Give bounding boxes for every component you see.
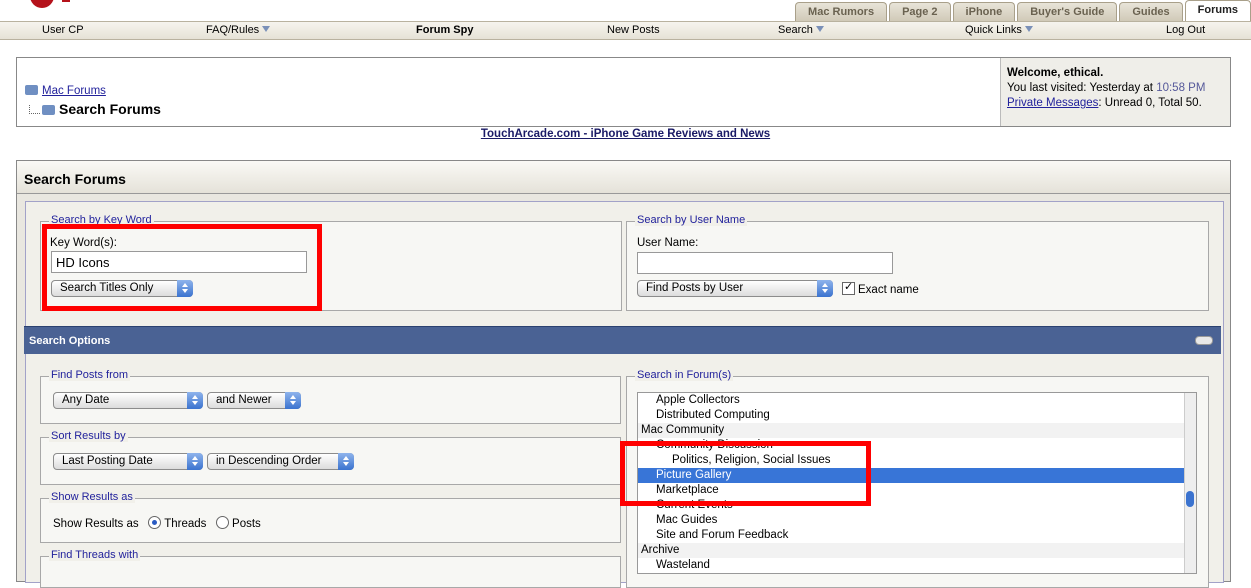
search-options-title: Search Options bbox=[29, 335, 111, 347]
nav-search-label: Search bbox=[778, 24, 813, 36]
listbox-scrollbar[interactable] bbox=[1184, 393, 1196, 573]
username-input[interactable] bbox=[637, 252, 893, 274]
tab-iphone[interactable]: iPhone bbox=[952, 2, 1016, 22]
breadcrumb-parent-row: Mac Forums bbox=[25, 85, 106, 97]
username-mode-value: Find Posts by User bbox=[646, 282, 744, 294]
highlight-box-forums bbox=[620, 441, 871, 506]
select-arrows-icon bbox=[187, 392, 203, 409]
threads-radio[interactable] bbox=[148, 516, 162, 529]
ad-link[interactable]: TouchArcade.com - iPhone Game Reviews an… bbox=[481, 128, 770, 140]
nav-search[interactable]: Search bbox=[778, 24, 824, 36]
nav-quick-links[interactable]: Quick Links bbox=[965, 24, 1033, 36]
select-arrows-icon bbox=[285, 392, 301, 409]
sort-by-value: Last Posting Date bbox=[62, 455, 153, 467]
forum-navbar: User CP FAQ/Rules Forum Spy New Posts Se… bbox=[0, 21, 1251, 40]
list-item[interactable]: Mac Community bbox=[638, 423, 1196, 438]
last-visited-label: You last visited: Yesterday at bbox=[1007, 82, 1153, 94]
nav-log-out[interactable]: Log Out bbox=[1166, 24, 1205, 36]
nav-quick-links-label: Quick Links bbox=[965, 24, 1022, 36]
find-threads-legend: Find Threads with bbox=[49, 549, 141, 561]
date-direction-select[interactable]: and Newer bbox=[207, 392, 301, 409]
tab-page-2[interactable]: Page 2 bbox=[889, 2, 951, 22]
private-messages-link[interactable]: Private Messages bbox=[1007, 97, 1098, 109]
sort-by-select[interactable]: Last Posting Date bbox=[53, 453, 203, 470]
tab-guides[interactable]: Guides bbox=[1119, 2, 1183, 22]
search-options-bar[interactable]: Search Options bbox=[24, 326, 1221, 354]
select-arrows-icon bbox=[338, 453, 354, 470]
nav-new-posts[interactable]: New Posts bbox=[607, 24, 660, 36]
tab-mac-rumors[interactable]: Mac Rumors bbox=[795, 2, 888, 22]
page-title-row: Search Forums bbox=[29, 101, 161, 117]
breadcrumb-parent-link[interactable]: Mac Forums bbox=[42, 85, 106, 97]
show-results-label: Show Results as bbox=[53, 518, 139, 530]
chevron-down-icon bbox=[262, 26, 271, 32]
exact-name-label: Exact name bbox=[858, 284, 919, 296]
nav-faq-label: FAQ/Rules bbox=[206, 24, 260, 36]
show-results-fieldset: Show Results as Show Results as Threads … bbox=[40, 491, 621, 543]
collapse-icon[interactable] bbox=[1195, 336, 1213, 345]
exact-name-checkbox[interactable] bbox=[842, 280, 855, 295]
show-results-legend: Show Results as bbox=[49, 491, 135, 503]
ad-banner: TouchArcade.com - iPhone Game Reviews an… bbox=[0, 128, 1251, 140]
tab-forums[interactable]: Forums bbox=[1184, 0, 1251, 22]
sort-legend: Sort Results by bbox=[49, 430, 128, 442]
username-legend: Search by User Name bbox=[635, 214, 748, 226]
list-item[interactable]: Site and Forum Feedback bbox=[638, 528, 1196, 543]
last-visited-time: 10:58 PM bbox=[1156, 82, 1206, 94]
panel-title: Search Forums bbox=[24, 171, 126, 187]
select-arrows-icon bbox=[817, 280, 833, 297]
find-threads-fieldset: Find Threads with bbox=[40, 549, 621, 588]
list-item[interactable]: Apple Collectors bbox=[638, 393, 1196, 408]
select-arrows-icon bbox=[187, 453, 203, 470]
top-header: Mac Rumors Page 2 iPhone Buyer's Guide G… bbox=[0, 0, 1251, 22]
threads-label: Threads bbox=[164, 518, 207, 530]
welcome-box: Welcome, ethical. You last visited: Yest… bbox=[1000, 58, 1230, 126]
find-posts-legend: Find Posts from bbox=[49, 369, 131, 381]
posts-label: Posts bbox=[232, 518, 261, 530]
sort-order-value: in Descending Order bbox=[216, 455, 322, 467]
list-item[interactable]: Archive bbox=[638, 543, 1196, 558]
show-results-row: Show Results as Threads Posts bbox=[53, 516, 261, 530]
tab-buyers-guide[interactable]: Buyer's Guide bbox=[1017, 2, 1118, 22]
chevron-down-icon bbox=[1024, 26, 1033, 32]
highlight-box-keyword bbox=[42, 224, 322, 311]
panel-header: Search Forums bbox=[17, 161, 1230, 194]
breadcrumb: Mac Forums Search Forums Welcome, ethica… bbox=[16, 57, 1231, 127]
date-value: Any Date bbox=[62, 394, 110, 406]
welcome-title: Welcome, ethical. bbox=[1007, 67, 1104, 79]
nav-faq[interactable]: FAQ/Rules bbox=[206, 24, 271, 36]
forums-legend: Search in Forum(s) bbox=[635, 369, 734, 381]
pm-row: Private Messages: Unread 0, Total 50. bbox=[1007, 96, 1224, 111]
site-tabs: Mac Rumors Page 2 iPhone Buyer's Guide G… bbox=[795, 0, 1251, 22]
nav-user-cp[interactable]: User CP bbox=[42, 24, 84, 36]
page-title: Search Forums bbox=[59, 101, 161, 117]
scrollbar-thumb[interactable] bbox=[1186, 491, 1194, 507]
last-visited: You last visited: Yesterday at 10:58 PM bbox=[1007, 81, 1224, 96]
folder-open-icon bbox=[42, 105, 55, 115]
site-logo-fragment bbox=[62, 0, 70, 2]
list-item[interactable]: Mac Guides bbox=[638, 513, 1196, 528]
exact-name-option[interactable]: Exact name bbox=[842, 280, 919, 296]
folder-icon bbox=[25, 85, 38, 95]
date-select[interactable]: Any Date bbox=[53, 392, 203, 409]
chevron-down-icon bbox=[815, 26, 824, 32]
username-label: User Name: bbox=[637, 237, 699, 249]
tree-connector-icon bbox=[29, 105, 40, 114]
sort-order-select[interactable]: in Descending Order bbox=[207, 453, 354, 470]
username-mode-select[interactable]: Find Posts by User bbox=[637, 280, 833, 297]
pm-status: : Unread 0, Total 50. bbox=[1098, 97, 1202, 109]
nav-forum-spy[interactable]: Forum Spy bbox=[416, 24, 473, 36]
date-direction-value: and Newer bbox=[216, 394, 272, 406]
list-item[interactable]: Distributed Computing bbox=[638, 408, 1196, 423]
site-logo-icon[interactable] bbox=[30, 0, 54, 8]
posts-radio[interactable] bbox=[216, 516, 230, 529]
